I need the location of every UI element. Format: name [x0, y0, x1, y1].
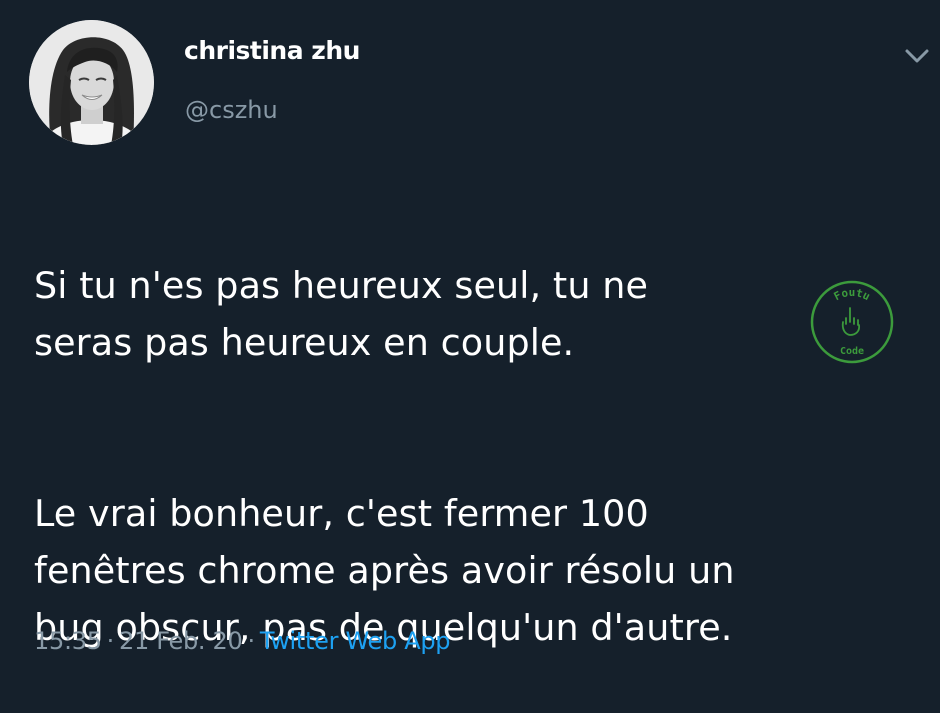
tweet-time[interactable]: 15:35: [34, 627, 102, 655]
tweet-card: christina zhu @cszhu Si tu n'es pas heur…: [0, 0, 940, 686]
avatar[interactable]: [29, 20, 154, 145]
svg-text:Code: Code: [840, 346, 864, 357]
profile-photo: [29, 20, 154, 145]
chevron-down-icon[interactable]: [902, 44, 932, 68]
svg-text:Foutu: Foutu: [832, 286, 873, 303]
meta-separator: ·: [106, 627, 115, 655]
tweet-source-link[interactable]: Twitter Web App: [260, 627, 451, 655]
author-handle[interactable]: @cszhu: [185, 96, 278, 124]
tweet-paragraph-1: Si tu n'es pas heureux seul, tu ne seras…: [34, 264, 649, 364]
foutu-code-watermark-logo: Foutu Code: [810, 280, 894, 364]
author-display-name[interactable]: christina zhu: [184, 36, 360, 65]
tweet-date[interactable]: 21 Feb. 20: [119, 627, 243, 655]
tweet-metadata: 15:35 · 21 Feb. 20 · Twitter Web App: [34, 627, 451, 655]
meta-separator: ·: [247, 627, 255, 655]
